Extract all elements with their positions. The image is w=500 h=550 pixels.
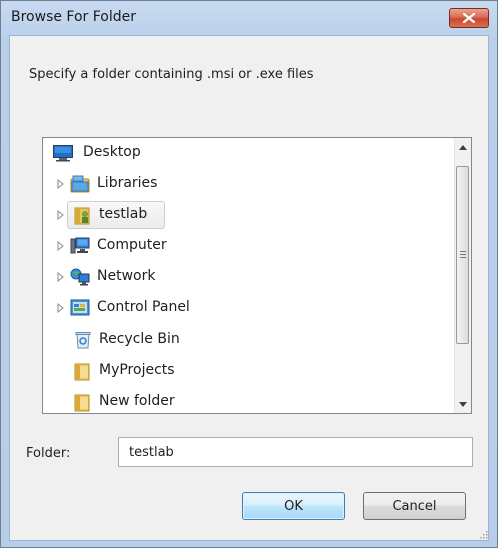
tree-item-myprojects[interactable]: MyProjects xyxy=(43,357,455,385)
expand-arrow-icon[interactable] xyxy=(55,272,65,282)
tree-item-label: testlab xyxy=(99,206,148,222)
tree-item-label: Desktop xyxy=(83,144,141,160)
folder-icon xyxy=(73,361,93,381)
tree-item-label: Recycle Bin xyxy=(99,331,180,347)
expand-arrow-icon[interactable] xyxy=(55,303,65,313)
tree-item-network[interactable]: Network xyxy=(43,263,455,291)
folder-field-label: Folder: xyxy=(26,446,71,461)
tree-item-label: Control Panel xyxy=(97,299,190,315)
expand-arrow-icon[interactable] xyxy=(55,210,65,220)
tree-item-label: Computer xyxy=(97,237,167,253)
folder-input[interactable] xyxy=(118,437,473,467)
close-button[interactable] xyxy=(449,8,489,28)
network-icon xyxy=(70,267,90,287)
resize-grip-icon[interactable] xyxy=(478,528,488,539)
tree-item-label: Libraries xyxy=(97,175,158,191)
cancel-button[interactable]: Cancel xyxy=(363,492,466,520)
ok-button[interactable]: OK xyxy=(242,492,345,520)
expand-arrow-icon[interactable] xyxy=(55,179,65,189)
grip-line xyxy=(460,251,466,252)
tree-vertical-scrollbar[interactable] xyxy=(454,138,471,413)
tree-item-computer[interactable]: Computer xyxy=(43,232,455,260)
instruction-text: Specify a folder containing .msi or .exe… xyxy=(29,67,314,82)
tree-item-label: Network xyxy=(97,268,156,284)
tree-item-testlab[interactable]: testlab xyxy=(43,201,455,229)
desktop-icon xyxy=(53,144,73,164)
tree-item-new-folder[interactable]: New folder xyxy=(43,388,455,413)
tree-item-control-panel[interactable]: Control Panel xyxy=(43,294,455,322)
window-title: Browse For Folder xyxy=(11,9,137,25)
folder-tree[interactable]: Desktop Libraries testlab Computer Netwo… xyxy=(42,137,472,414)
tree-item-desktop[interactable]: Desktop xyxy=(43,139,455,167)
libraries-icon xyxy=(70,174,90,194)
recycle-bin-icon xyxy=(73,330,93,350)
chevron-up-icon xyxy=(459,139,467,154)
grip-line xyxy=(460,257,466,258)
scroll-thumb[interactable] xyxy=(456,166,469,344)
expand-arrow-icon[interactable] xyxy=(55,241,65,251)
tree-item-label: MyProjects xyxy=(99,362,175,378)
tree-item-recycle-bin[interactable]: Recycle Bin xyxy=(43,326,455,354)
computer-icon xyxy=(70,236,90,256)
tree-item-libraries[interactable]: Libraries xyxy=(43,170,455,198)
grip-line xyxy=(460,254,466,255)
control-panel-icon xyxy=(70,298,90,318)
scroll-up-button[interactable] xyxy=(455,138,471,155)
scroll-down-button[interactable] xyxy=(455,395,471,412)
user-folder-icon xyxy=(73,205,93,225)
tree-item-label: New folder xyxy=(99,393,175,409)
title-bar[interactable]: Browse For Folder xyxy=(1,1,497,35)
close-x-icon xyxy=(463,13,475,23)
folder-icon xyxy=(73,392,93,412)
chevron-down-icon xyxy=(459,396,467,411)
